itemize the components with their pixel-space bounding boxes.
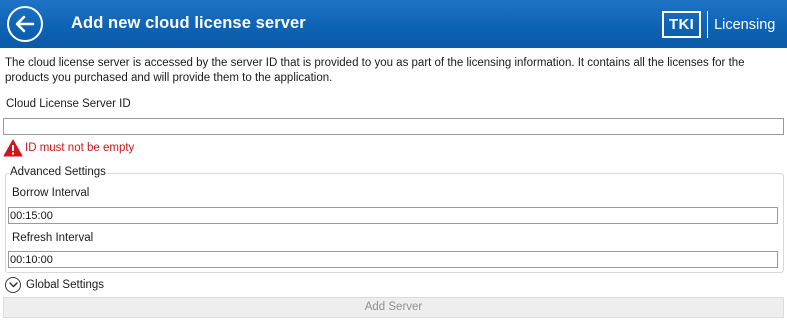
product-logo: TKI Licensing (662, 11, 775, 38)
refresh-interval-input[interactable] (8, 251, 778, 268)
advanced-settings-title: Advanced Settings (9, 166, 107, 178)
validation-error: ID must not be empty (3, 139, 134, 157)
logo-mark: TKI (662, 11, 702, 38)
error-message: ID must not be empty (25, 142, 135, 154)
server-id-input[interactable] (3, 118, 784, 135)
borrow-interval-label: Borrow Interval (12, 187, 90, 199)
logo-text: Licensing (714, 16, 776, 33)
add-server-button[interactable]: Add Server (3, 297, 784, 318)
logo-divider (707, 11, 709, 38)
warning-icon (3, 139, 23, 157)
chevron-down-icon (9, 282, 18, 288)
borrow-interval-input[interactable] (8, 207, 778, 224)
global-settings-expander[interactable]: Global Settings (5, 277, 104, 293)
global-settings-label: Global Settings (26, 279, 104, 291)
refresh-interval-label: Refresh Interval (12, 232, 94, 244)
description-text: The cloud license server is accessed by … (5, 57, 745, 84)
header-bar: Add new cloud license server TKI Licensi… (0, 0, 787, 48)
expander-toggle[interactable] (5, 277, 21, 293)
back-button[interactable] (7, 6, 43, 42)
back-arrow-icon (15, 15, 35, 33)
server-id-label: Cloud License Server ID (6, 98, 131, 110)
page-title: Add new cloud license server (71, 14, 306, 32)
